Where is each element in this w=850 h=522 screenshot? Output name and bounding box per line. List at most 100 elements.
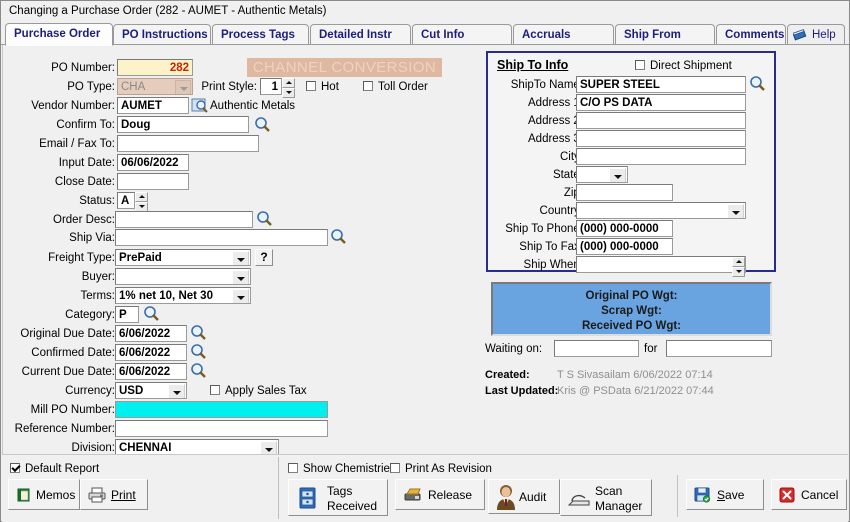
print-button-label: Print [111, 488, 136, 502]
original-due-date-lookup-icon[interactable] [189, 324, 207, 341]
print-style-spinner[interactable] [282, 78, 295, 98]
confirmed-date-lookup-icon[interactable] [189, 343, 207, 360]
vendor-number-field[interactable]: AUMET [117, 97, 189, 114]
country-label: Country: [539, 205, 583, 217]
default-report-checkbox[interactable]: Default Report [10, 463, 99, 475]
address1-field[interactable]: C/O PS DATA [576, 94, 746, 111]
ship-when-spinner[interactable] [732, 257, 745, 277]
order-desc-label: Order Desc: [53, 214, 115, 226]
status-field[interactable]: A [117, 192, 135, 209]
currency-label: Currency: [65, 385, 115, 397]
freight-type-value: PrePaid [119, 252, 162, 264]
tab-help[interactable]: Help [787, 24, 845, 45]
tab-ship-from[interactable]: Ship From [615, 24, 715, 45]
currency-dropdown-arrow[interactable] [168, 384, 185, 398]
release-button[interactable]: Release [395, 479, 485, 510]
waiting-on-field[interactable] [554, 340, 639, 357]
reference-number-label: Reference Number: [14, 423, 115, 435]
po-type-dropdown-arrow[interactable] [175, 80, 191, 94]
scan-manager-button[interactable]: Scan Manager [560, 479, 652, 516]
mill-po-number-field[interactable] [115, 401, 328, 418]
email-fax-to-field[interactable] [117, 135, 259, 152]
address2-field[interactable] [576, 112, 746, 129]
zip-field[interactable] [576, 184, 673, 201]
order-desc-field[interactable] [115, 211, 253, 228]
print-button[interactable]: Print [80, 479, 148, 510]
current-due-date-label: Current Due Date: [21, 366, 115, 378]
order-desc-lookup-icon[interactable] [255, 210, 273, 227]
tab-strip: Purchase Order PO Instructions Process T… [1, 23, 849, 46]
country-combo[interactable] [576, 202, 746, 219]
show-chemistries-checkbox[interactable]: Show Chemistries [288, 463, 396, 475]
audit-button-label: Audit [519, 490, 547, 504]
category-lookup-icon[interactable] [142, 305, 160, 322]
ship-via-lookup-icon[interactable] [329, 228, 347, 245]
tab-help-label: Help [812, 29, 836, 41]
confirmed-date-field[interactable]: 6/06/2022 [115, 344, 187, 361]
ship-via-field[interactable] [115, 229, 328, 246]
po-number-label: PO Number: [51, 62, 115, 74]
state-label: State: [552, 169, 583, 181]
direct-shipment-label: Direct Shipment [650, 60, 732, 72]
created-label: Created: [485, 369, 530, 381]
current-due-date-field[interactable]: 6/06/2022 [115, 363, 187, 380]
terms-value: 1% net 10, Net 30 [119, 290, 213, 302]
waiting-for-field[interactable] [666, 340, 772, 357]
vendor-number-lookup-icon[interactable] [191, 97, 209, 114]
print-as-revision-checkbox[interactable]: Print As Revision [390, 463, 492, 475]
buyer-combo[interactable] [115, 268, 251, 285]
address3-field[interactable] [576, 130, 746, 147]
po-type-combo[interactable]: CHA [117, 78, 193, 95]
input-date-field[interactable]: 06/06/2022 [117, 154, 189, 171]
ship-to-phone-field[interactable]: (000) 000-0000 [576, 220, 673, 237]
print-style-field[interactable]: 1 [260, 78, 282, 95]
buyer-label: Buyer: [81, 271, 115, 283]
tags-received-button[interactable]: Tags Received [288, 479, 388, 516]
status-spinner[interactable] [135, 192, 148, 212]
ship-when-field[interactable] [576, 256, 746, 273]
save-button[interactable]: Save [686, 479, 764, 510]
tab-comments[interactable]: Comments [716, 24, 786, 45]
po-number-field[interactable]: 282 [117, 59, 193, 76]
city-field[interactable] [576, 148, 746, 165]
ship-to-fax-field[interactable]: (000) 000-0000 [576, 238, 673, 255]
freight-type-help-button[interactable]: ? [255, 249, 273, 266]
tab-po-instructions[interactable]: PO Instructions [113, 24, 211, 45]
tab-purchase-order[interactable]: Purchase Order [5, 23, 113, 46]
scanner-icon [567, 492, 591, 511]
close-date-field[interactable] [117, 173, 189, 190]
toll-order-checkbox-label: Toll Order [378, 81, 428, 93]
tab-accruals[interactable]: Accruals [513, 24, 614, 45]
original-due-date-field[interactable]: 6/06/2022 [115, 325, 187, 342]
confirmed-date-label: Confirmed Date: [31, 347, 115, 359]
state-dropdown-arrow[interactable] [609, 168, 626, 182]
country-dropdown-arrow[interactable] [727, 204, 744, 218]
apply-sales-tax-checkbox[interactable]: Apply Sales Tax [210, 385, 307, 397]
category-label: Category: [65, 309, 115, 321]
terms-combo[interactable]: 1% net 10, Net 30 [115, 287, 251, 304]
audit-button[interactable]: Audit [488, 479, 560, 514]
current-due-date-lookup-icon[interactable] [189, 362, 207, 379]
hot-checkbox[interactable]: Hot [306, 81, 339, 93]
tab-cut-info[interactable]: Cut Info [412, 24, 512, 45]
category-field[interactable]: P [115, 306, 139, 323]
freight-type-dropdown-arrow[interactable] [232, 251, 249, 265]
reference-number-field[interactable] [115, 420, 328, 437]
terms-dropdown-arrow[interactable] [232, 289, 249, 303]
cancel-button-label: Cancel [801, 488, 839, 502]
confirm-to-field[interactable]: Doug [117, 116, 249, 133]
currency-combo[interactable]: USD [115, 382, 187, 399]
printer-icon [88, 487, 106, 506]
tab-detailed-instr[interactable]: Detailed Instr [310, 24, 411, 45]
direct-shipment-checkbox[interactable]: Direct Shipment [635, 60, 732, 72]
memos-button[interactable]: Memos [8, 479, 80, 510]
state-combo[interactable] [576, 166, 628, 183]
freight-type-combo[interactable]: PrePaid [115, 249, 251, 266]
shipto-name-field[interactable]: SUPER STEEL [576, 76, 746, 93]
confirm-to-lookup-icon[interactable] [253, 116, 271, 133]
cancel-button[interactable]: Cancel [771, 479, 847, 510]
tab-process-tags[interactable]: Process Tags [212, 24, 309, 45]
buyer-dropdown-arrow[interactable] [232, 270, 249, 284]
shipto-name-lookup-icon[interactable] [748, 75, 766, 92]
toll-order-checkbox[interactable]: Toll Order [363, 81, 428, 93]
